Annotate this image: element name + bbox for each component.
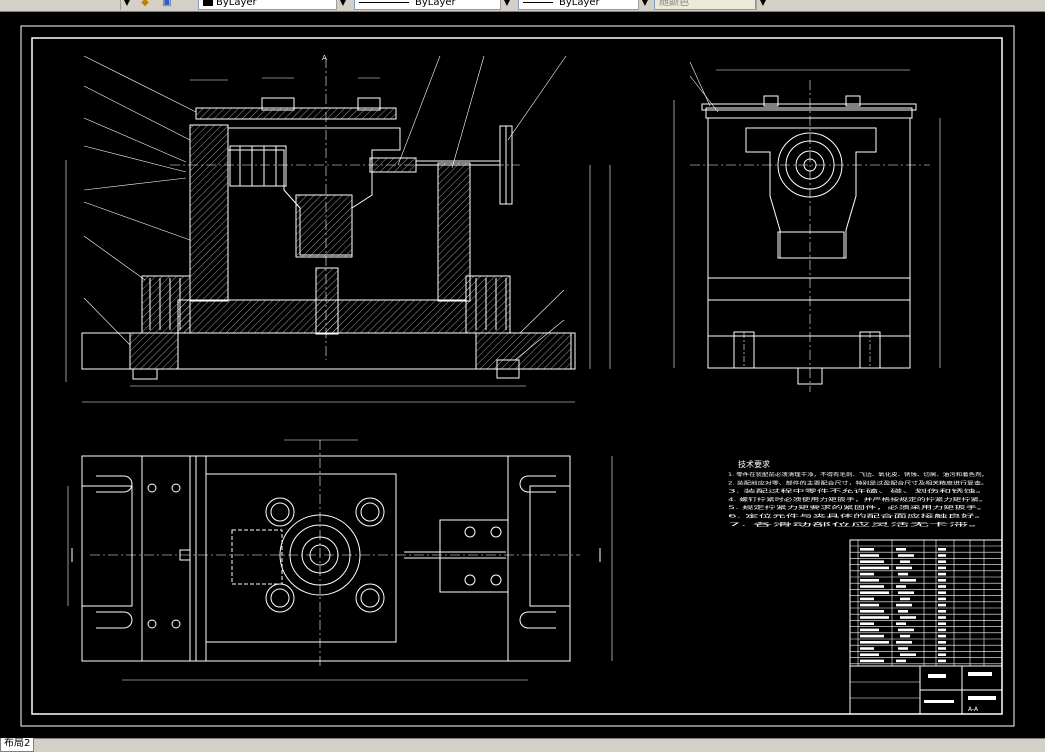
section-label-a: A [322, 54, 327, 62]
bom-cell-text [938, 597, 946, 601]
bom-cell-text [898, 554, 914, 557]
bom-cell-text [896, 548, 906, 551]
layer-state-icon[interactable]: ◆ [138, 0, 152, 9]
plotstyle-dropdown-arrow: ▼ [756, 0, 769, 10]
bom-cell-text [898, 591, 914, 594]
bom-cell-text [938, 548, 946, 551]
bom-cell-text [860, 628, 879, 632]
linetype-control[interactable]: ByLayer [354, 0, 506, 10]
tech-note-line: 2. 装配前应对零、部件的主要配合尺寸，特别是过盈配合尺寸及相关精度进行复查。 [728, 479, 988, 486]
bom-cell-text [938, 566, 946, 570]
bom-cell-text [900, 634, 910, 638]
bom-cell-text [860, 616, 889, 619]
lineweight-preview [523, 1, 553, 3]
title-section-mark: A-A [968, 706, 979, 713]
bom-cell-text [896, 603, 912, 607]
bom-cell-text [938, 572, 946, 576]
bom-cell-text [898, 647, 908, 650]
bom-cell-text [900, 579, 916, 582]
lineweight-control[interactable]: ByLayer [518, 0, 640, 10]
bom-cell-text [938, 603, 946, 607]
sheet-outer-border [20, 25, 1015, 727]
bom-cell-text [938, 616, 946, 619]
bom-cell-text [938, 653, 946, 656]
bom-cell-text [898, 610, 908, 613]
sheet-inner-border [31, 37, 1003, 715]
bom-cell-text [860, 610, 884, 613]
layout-tab-2[interactable]: 布局2 [0, 738, 35, 752]
bom-cell-text [938, 634, 946, 638]
drawing-canvas[interactable]: A 技术要求 1. 零件在装配前必须清理干净，不得有毛刺、飞边、氧化皮、锈蚀、切… [0, 11, 1045, 738]
color-dropdown-arrow[interactable]: ▼ [336, 0, 349, 10]
bom-cell-text [938, 628, 946, 632]
top-view [67, 439, 613, 681]
bom-cell-text [900, 616, 916, 619]
bom-cell-text [938, 579, 946, 582]
lineweight-dropdown-arrow[interactable]: ▼ [638, 0, 651, 10]
bom-cell-text [860, 560, 884, 563]
bom-cell-text [860, 603, 879, 607]
bom-cell-text [938, 647, 946, 650]
plotstyle-control: 随颜色 [654, 0, 756, 10]
bom-cell-text [860, 591, 889, 594]
tech-note-line: 4. 螺钉拧紧时必须使用力矩扳手，并严格按规定的拧紧力矩拧紧。 [728, 496, 988, 503]
bom-cell-text [860, 554, 879, 557]
bom-cell-text [860, 653, 879, 656]
side-view [673, 61, 941, 392]
bom-cell-text [896, 659, 906, 663]
tech-title: 技术要求 [738, 459, 770, 469]
tech-note-line: 3. 装配过程中零件不允许磕、碰、划伤和锈蚀。 [728, 488, 988, 495]
bom-cell-text [938, 591, 946, 594]
bom-cell-text [938, 610, 946, 613]
bom-cell-text [860, 641, 889, 644]
bom-cell-text [900, 597, 910, 601]
bom-cell-text [938, 554, 946, 557]
linetype-preview [359, 1, 409, 3]
bom-cell-text [938, 560, 946, 563]
color-control[interactable]: ByLayer [198, 0, 338, 10]
front-section-view: A [65, 54, 611, 403]
linetype-dropdown-arrow[interactable]: ▼ [500, 0, 513, 10]
bom-cell-text [860, 566, 889, 570]
bom-cell-text [860, 572, 874, 576]
tech-note-line: 7. 各滑动部位应灵活无卡滞。 [728, 521, 988, 528]
layer-dropdown-arrow[interactable]: ▼ [120, 0, 133, 10]
bom-cell-text [896, 622, 906, 625]
tech-note-line: 5. 规定拧紧力矩要求的紧固件，必须采用力矩扳手。 [728, 504, 988, 511]
bom-cell-text [938, 659, 946, 663]
bom-cell-text [938, 622, 946, 625]
bom-cell-text [860, 548, 874, 551]
tech-note-line: 1. 零件在装配前必须清理干净，不得有毛刺、飞边、氧化皮、锈蚀、切屑、油污和着色… [728, 471, 988, 478]
bom-cell-text [900, 653, 916, 656]
layer-properties-icon[interactable]: ▣ [160, 0, 174, 9]
bom-cell-text [860, 622, 874, 625]
bom-cell-text [938, 585, 946, 588]
bom-cell-text [860, 585, 884, 588]
layout-tabstrip: 布局2 [0, 738, 1045, 752]
bom-cell-text [896, 566, 912, 570]
bom-cell-text [900, 560, 910, 563]
bom-cell-text [898, 628, 914, 632]
bom-cell-text [860, 647, 874, 650]
bom-cell-text [860, 659, 884, 663]
color-swatch [203, 0, 213, 6]
title-block: A-A [849, 539, 1003, 715]
bom-cell-text [860, 634, 884, 638]
technical-requirements: 技术要求 1. 零件在装配前必须清理干净，不得有毛刺、飞边、氧化皮、锈蚀、切屑、… [728, 459, 988, 528]
bom-cell-text [860, 597, 874, 601]
bom-cell-text [896, 585, 906, 588]
bom-cell-text [860, 579, 879, 582]
bom-cell-text [896, 641, 912, 644]
bom-cell-text [898, 572, 908, 576]
bom-cell-text [938, 641, 946, 644]
tech-note-line: 6. 定位元件与夹具体的配合面应接触良好。 [728, 513, 988, 520]
